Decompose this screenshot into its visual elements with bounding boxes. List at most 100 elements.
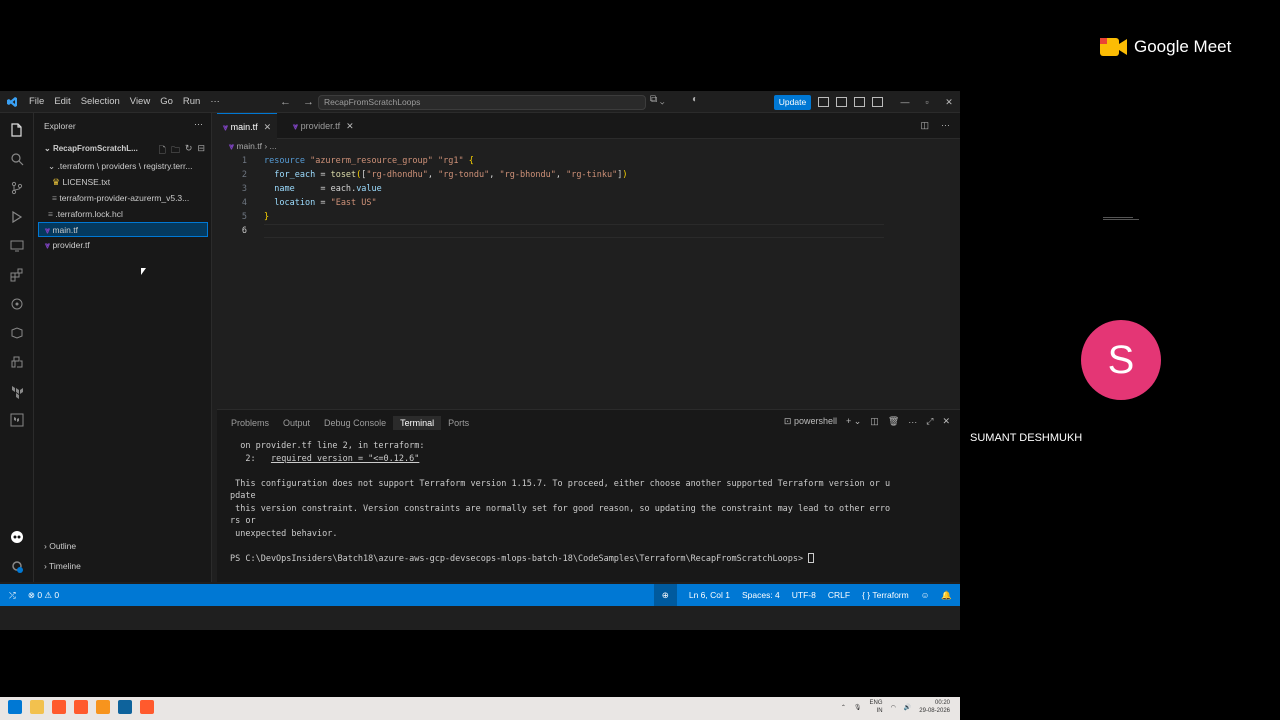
toggle-panel-icon[interactable]: [854, 97, 865, 107]
menu-go[interactable]: Go: [155, 91, 178, 113]
zoom-icon[interactable]: ⊕: [653, 584, 677, 606]
menu-more[interactable]: ···: [205, 91, 225, 113]
tab-problems[interactable]: Problems: [224, 416, 276, 430]
update-button[interactable]: Update: [774, 95, 811, 110]
forward-arrow-icon[interactable]: →: [303, 96, 314, 108]
new-terminal-icon[interactable]: + ⌄: [846, 416, 861, 427]
windows-start-icon[interactable]: [8, 700, 22, 714]
encoding[interactable]: UTF-8: [792, 584, 816, 606]
split-terminal-icon[interactable]: ◫: [870, 416, 879, 427]
source-control-icon[interactable]: [8, 179, 26, 197]
menu-view[interactable]: View: [125, 91, 155, 113]
new-file-icon[interactable]: 🗋: [159, 143, 166, 159]
outline-section[interactable]: › Outline: [44, 541, 76, 551]
error-count: 0: [37, 590, 43, 600]
copilot-chat-icon[interactable]: [8, 528, 26, 546]
toggle-sidebar-icon[interactable]: [836, 97, 847, 107]
file-explorer-icon[interactable]: [30, 700, 44, 714]
tab-terminal[interactable]: Terminal: [393, 416, 442, 430]
new-folder-icon[interactable]: 🗀: [171, 143, 180, 159]
terminal-output[interactable]: on provider.tf line 2, in terraform: 2: …: [230, 440, 950, 565]
terraform-activity-icon[interactable]: [8, 382, 26, 400]
kill-terminal-icon[interactable]: 🗑: [888, 416, 899, 427]
vscode-taskbar-icon[interactable]: [118, 700, 132, 714]
cursor-position[interactable]: Ln 6, Col 1: [689, 584, 730, 606]
run-debug-icon[interactable]: [8, 208, 26, 226]
tray-expand-icon[interactable]: ⌃: [841, 704, 846, 711]
line-ending[interactable]: CRLF: [828, 584, 850, 606]
terraform-cloud-icon[interactable]: [8, 411, 26, 429]
workspace-folder[interactable]: ⌄ RecapFromScratchL...: [44, 144, 138, 153]
search-icon[interactable]: [8, 150, 26, 168]
code-editor[interactable]: 1 resource "azurerm_resource_group" "rg1"…: [217, 154, 1139, 406]
explorer-more-icon[interactable]: ···: [194, 119, 203, 129]
refresh-icon[interactable]: ↻: [185, 143, 193, 159]
tab-label: main.tf: [230, 122, 258, 132]
tab-main-tf[interactable]: ⩔ main.tf ✕: [217, 113, 278, 139]
minimize-icon[interactable]: —: [894, 91, 916, 113]
breadcrumb-symbol[interactable]: ...: [270, 141, 277, 151]
minimap[interactable]: [1103, 217, 1143, 221]
language-indicator[interactable]: ENG IN: [870, 699, 883, 715]
menu-file[interactable]: File: [24, 91, 49, 113]
tree-item-provider-tf[interactable]: ⩔ provider.tf: [38, 238, 208, 253]
remote-indicator-icon[interactable]: ⤮: [9, 584, 16, 606]
menu-selection[interactable]: Selection: [76, 91, 125, 113]
accounts-icon[interactable]: ◐: [692, 94, 698, 105]
terraform-icon: ⩔: [223, 122, 229, 132]
tree-item-license[interactable]: ♛ LICENSE.txt: [38, 175, 208, 190]
back-arrow-icon[interactable]: ←: [280, 96, 291, 108]
tree-item-terraform-dir[interactable]: ⌄ .terraform \ providers \ registry.terr…: [38, 159, 208, 174]
brave-browser-3-icon[interactable]: [140, 700, 154, 714]
brave-browser-icon[interactable]: [52, 700, 66, 714]
docker-icon[interactable]: [8, 324, 26, 342]
python-icon[interactable]: [8, 353, 26, 371]
tab-output[interactable]: Output: [276, 416, 317, 430]
timeline-section[interactable]: › Timeline: [44, 561, 81, 571]
tab-label: provider.tf: [300, 121, 341, 131]
restore-icon[interactable]: ▫: [916, 91, 938, 113]
clock[interactable]: 00:20 29-08-2026: [919, 699, 950, 715]
close-tab-icon[interactable]: ✕: [346, 121, 354, 131]
maximize-panel-icon[interactable]: ⤢: [926, 416, 933, 427]
status-bar: ⤮ ⊗ 0 ⚠ 0 ⊕ Ln 6, Col 1 Spaces: 4 UTF-8 …: [0, 584, 960, 606]
more-actions-icon[interactable]: ···: [908, 417, 917, 427]
tree-item-main-tf[interactable]: ⩔ main.tf: [38, 222, 208, 237]
command-center-search[interactable]: RecapFromScratchLoops: [318, 95, 646, 110]
tab-debug-console[interactable]: Debug Console: [317, 416, 393, 430]
tab-provider-tf[interactable]: ⩔ provider.tf ✕: [287, 113, 360, 139]
collapse-all-icon[interactable]: ⊟: [197, 143, 205, 159]
line-number: 4: [241, 198, 247, 208]
settings-gear-icon[interactable]: [8, 557, 26, 575]
split-editor-icon[interactable]: ◫: [920, 120, 929, 131]
brave-browser-2-icon[interactable]: [74, 700, 88, 714]
tree-item-provider-binary[interactable]: ≡ terraform-provider-azurerm_v5.3...: [38, 191, 208, 206]
menu-run[interactable]: Run: [178, 91, 205, 113]
close-tab-icon[interactable]: ✕: [264, 122, 272, 132]
customize-layout-icon[interactable]: [818, 97, 829, 107]
mic-icon[interactable]: 🎙: [854, 704, 862, 711]
indentation[interactable]: Spaces: 4: [742, 584, 780, 606]
remote-explorer-icon[interactable]: [8, 237, 26, 255]
app-icon[interactable]: [96, 700, 110, 714]
notifications-bell-icon[interactable]: 🔔: [941, 584, 952, 606]
close-panel-icon[interactable]: ✕: [942, 416, 950, 427]
problems-indicator[interactable]: ⊗ 0 ⚠ 0: [28, 584, 59, 606]
terminal-shell-selector[interactable]: ⊡ powershell: [784, 416, 837, 427]
menu-edit[interactable]: Edit: [49, 91, 75, 113]
explorer-icon[interactable]: [8, 121, 26, 139]
tab-ports[interactable]: Ports: [441, 416, 476, 430]
kubernetes-icon[interactable]: [8, 295, 26, 313]
language-mode[interactable]: { } Terraform: [862, 584, 909, 606]
terminal-line: pdate: [230, 491, 256, 501]
copilot-status-icon[interactable]: ☺: [921, 584, 930, 606]
copilot-icon[interactable]: ⧉ ⌄: [650, 94, 665, 105]
toggle-secondary-sidebar-icon[interactable]: [872, 97, 883, 107]
tree-item-lock-file[interactable]: ≡ .terraform.lock.hcl: [38, 207, 208, 222]
extensions-icon[interactable]: [8, 266, 26, 284]
volume-icon[interactable]: 🔊: [904, 704, 911, 711]
more-actions-icon[interactable]: ···: [941, 120, 950, 131]
breadcrumb-file[interactable]: main.tf: [236, 141, 262, 151]
wifi-icon[interactable]: ◠: [891, 704, 896, 711]
close-window-icon[interactable]: ✕: [938, 91, 960, 113]
